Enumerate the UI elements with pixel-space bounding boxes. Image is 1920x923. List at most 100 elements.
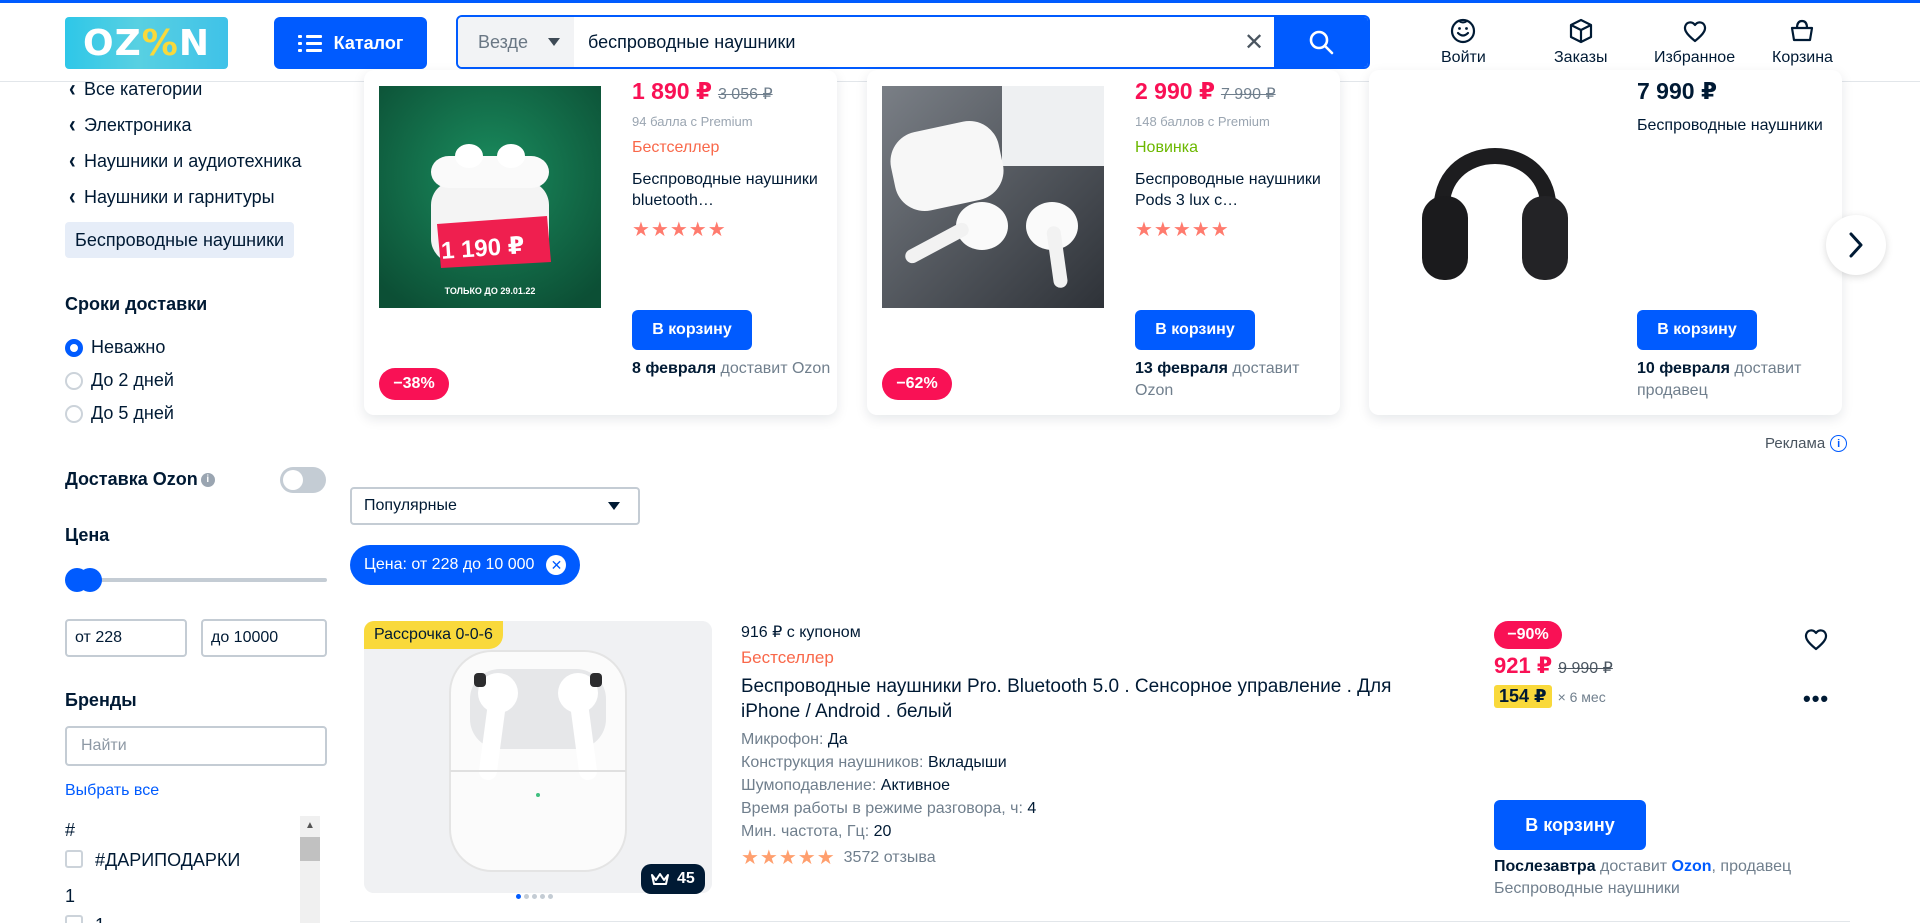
ad-card[interactable]: 2 990 ₽ 7 990 ₽ 148 баллов с Premium Нови… bbox=[867, 70, 1340, 415]
price-to-input[interactable]: до 10000 bbox=[201, 619, 327, 657]
delivery-ozon[interactable]: Ozon bbox=[1672, 858, 1712, 875]
ozon-logo[interactable]: OZ%N bbox=[65, 17, 228, 69]
header-orders[interactable]: Заказы bbox=[1554, 17, 1607, 67]
ad-delivery: 8 февраля доставит Ozon bbox=[632, 358, 830, 380]
delivery-option-5days[interactable]: До 5 дней bbox=[65, 403, 174, 424]
brand-checkbox[interactable] bbox=[65, 915, 83, 923]
airpods-promo-image bbox=[379, 86, 601, 308]
brand-label: 1 bbox=[95, 915, 105, 923]
reviews-count[interactable]: 3572 отзыва bbox=[844, 849, 936, 867]
header-cart[interactable]: Корзина bbox=[1772, 17, 1833, 67]
delivery-option-any[interactable]: Неважно bbox=[65, 337, 165, 358]
chevron-left-icon: ‹ bbox=[69, 183, 76, 211]
ad-price: 7 990 ₽ bbox=[1637, 78, 1837, 105]
ad-title[interactable]: Беспроводные наушники Pods 3 lux с… bbox=[1135, 169, 1335, 211]
search-icon bbox=[1309, 30, 1334, 55]
ad-card[interactable]: 1 190 ₽ ТОЛЬКО ДО 29.01.22 1 890 ₽ 3 056 … bbox=[364, 70, 837, 415]
search-bar: Везде ✕ bbox=[456, 15, 1370, 69]
select-all-brands-link[interactable]: Выбрать все bbox=[65, 782, 159, 800]
ozon-delivery-toggle[interactable] bbox=[280, 467, 326, 493]
image-pagination-dots[interactable] bbox=[516, 894, 553, 899]
product-delivery: Послезавтра доставит Ozon, продавец Бесп… bbox=[1494, 856, 1834, 900]
header-favorites[interactable]: Избранное bbox=[1654, 17, 1735, 67]
attribute-value: 4 bbox=[1027, 800, 1037, 817]
attribute-value: Вкладыши bbox=[927, 754, 1007, 771]
info-icon[interactable]: i bbox=[200, 473, 215, 488]
logo-text: OZ%N bbox=[83, 22, 210, 64]
ad-delivery: 10 февраля доставит продавец bbox=[1637, 358, 1837, 402]
more-options-icon[interactable]: ••• bbox=[1803, 686, 1829, 712]
radio-checked bbox=[65, 338, 83, 357]
box-icon bbox=[1569, 18, 1592, 44]
search-input[interactable] bbox=[574, 17, 1234, 67]
brand-checkbox[interactable] bbox=[65, 850, 83, 868]
breadcrumb-all-categories[interactable]: ‹ Все категории bbox=[69, 76, 203, 102]
ad-bestseller-badge: Бестселлер bbox=[632, 139, 720, 156]
attribute-value: Активное bbox=[880, 777, 951, 794]
delivery-option-2days[interactable]: До 2 дней bbox=[65, 370, 174, 391]
price-slider-max-handle[interactable] bbox=[78, 568, 102, 592]
product-rating[interactable]: ★★★★★ 3572 отзыва bbox=[741, 845, 1441, 870]
breadcrumb-electronics[interactable]: ‹ Электроника bbox=[69, 112, 191, 138]
radio-label: До 5 дней bbox=[91, 403, 174, 423]
ad-price: 2 990 ₽ 7 990 ₽ bbox=[1135, 78, 1335, 105]
pagination-dot[interactable] bbox=[540, 894, 545, 899]
heart-icon bbox=[1683, 21, 1706, 43]
ad-discount-badge: −62% bbox=[882, 368, 952, 400]
price-heading: Цена bbox=[65, 525, 110, 545]
price-from-input[interactable]: от 228 bbox=[65, 619, 187, 657]
premium-count: 45 bbox=[677, 870, 695, 887]
brand-search-input[interactable]: Найти bbox=[65, 726, 327, 766]
bestseller-badge: Бестселлер bbox=[741, 648, 834, 667]
ad-old-price: 3 056 ₽ bbox=[717, 86, 773, 103]
info-icon[interactable]: i bbox=[1830, 435, 1848, 452]
installment-term: × 6 мес bbox=[1557, 688, 1606, 705]
active-filter-chip[interactable]: Цена: от 228 до 10 000 ✕ bbox=[350, 545, 581, 585]
header-login[interactable]: Войти bbox=[1441, 17, 1486, 67]
sort-select[interactable]: Популярные bbox=[350, 487, 640, 525]
ad-delivery-text: доставит Ozon bbox=[716, 360, 831, 377]
breadcrumb-label: Все категории bbox=[84, 79, 203, 99]
carousel-next-button[interactable] bbox=[1826, 215, 1886, 275]
radio-unchecked bbox=[65, 404, 83, 423]
ad-price: 1 890 ₽ 3 056 ₽ bbox=[632, 78, 832, 105]
ad-title[interactable]: Беспроводные наушники bbox=[1637, 115, 1837, 136]
pagination-dot[interactable] bbox=[524, 894, 529, 899]
search-button[interactable] bbox=[1274, 17, 1368, 67]
active-filter-label: Цена: от 228 до 10 000 bbox=[364, 556, 535, 573]
ad-add-to-cart-button[interactable]: В корзину bbox=[1637, 310, 1757, 350]
ad-product-image[interactable] bbox=[1384, 86, 1606, 308]
breadcrumb-headphones-headsets[interactable]: ‹ Наушники и гарнитуры bbox=[69, 183, 275, 211]
product-title[interactable]: Беспроводные наушники Pro. Bluetooth 5.0… bbox=[741, 674, 1441, 724]
attribute-value: Да bbox=[827, 731, 848, 748]
pagination-dot[interactable] bbox=[516, 894, 521, 899]
add-to-cart-button[interactable]: В корзину bbox=[1494, 800, 1646, 850]
catalog-button[interactable]: Каталог bbox=[274, 17, 427, 69]
product-image[interactable] bbox=[364, 621, 712, 893]
breadcrumb-headphones-audio[interactable]: ‹ Наушники и аудиотехника bbox=[69, 148, 302, 174]
sort-selected-label: Популярные bbox=[364, 497, 457, 514]
ad-product-image[interactable]: 1 190 ₽ ТОЛЬКО ДО 29.01.22 bbox=[379, 86, 601, 308]
over-ear-headphones-photo bbox=[1384, 86, 1606, 308]
header-cart-label: Корзина bbox=[1772, 49, 1833, 66]
clear-search-icon[interactable]: ✕ bbox=[1234, 17, 1274, 67]
caret-down-icon bbox=[548, 38, 560, 46]
brand-list-scroll-thumb[interactable] bbox=[300, 837, 320, 861]
pagination-dot[interactable] bbox=[532, 894, 537, 899]
ad-premium-points: 148 баллов с Premium bbox=[1135, 114, 1270, 129]
ad-info: 1 890 ₽ 3 056 ₽ 94 балла с Premium Бестсе… bbox=[632, 78, 832, 242]
close-icon[interactable]: ✕ bbox=[546, 555, 567, 575]
add-to-favorites-button[interactable] bbox=[1802, 625, 1830, 658]
scroll-up-arrow-icon[interactable]: ▲ bbox=[300, 816, 320, 834]
ad-title[interactable]: Беспроводные наушники bluetooth… bbox=[632, 169, 832, 211]
catalog-label: Каталог bbox=[333, 32, 404, 53]
price-slider-track[interactable] bbox=[65, 578, 327, 582]
product-attribute: Конструкция наушников: Вкладыши bbox=[741, 751, 1441, 774]
search-scope-select[interactable]: Везде bbox=[458, 17, 574, 67]
pagination-dot[interactable] bbox=[548, 894, 553, 899]
ad-product-image[interactable] bbox=[882, 86, 1104, 308]
ad-add-to-cart-button[interactable]: В корзину bbox=[632, 310, 752, 350]
product-attribute: Время работы в режиме разговора, ч: 4 bbox=[741, 797, 1441, 820]
ad-card[interactable]: 7 990 ₽ Беспроводные наушники В корзину … bbox=[1369, 70, 1842, 415]
ad-add-to-cart-button[interactable]: В корзину bbox=[1135, 310, 1255, 350]
